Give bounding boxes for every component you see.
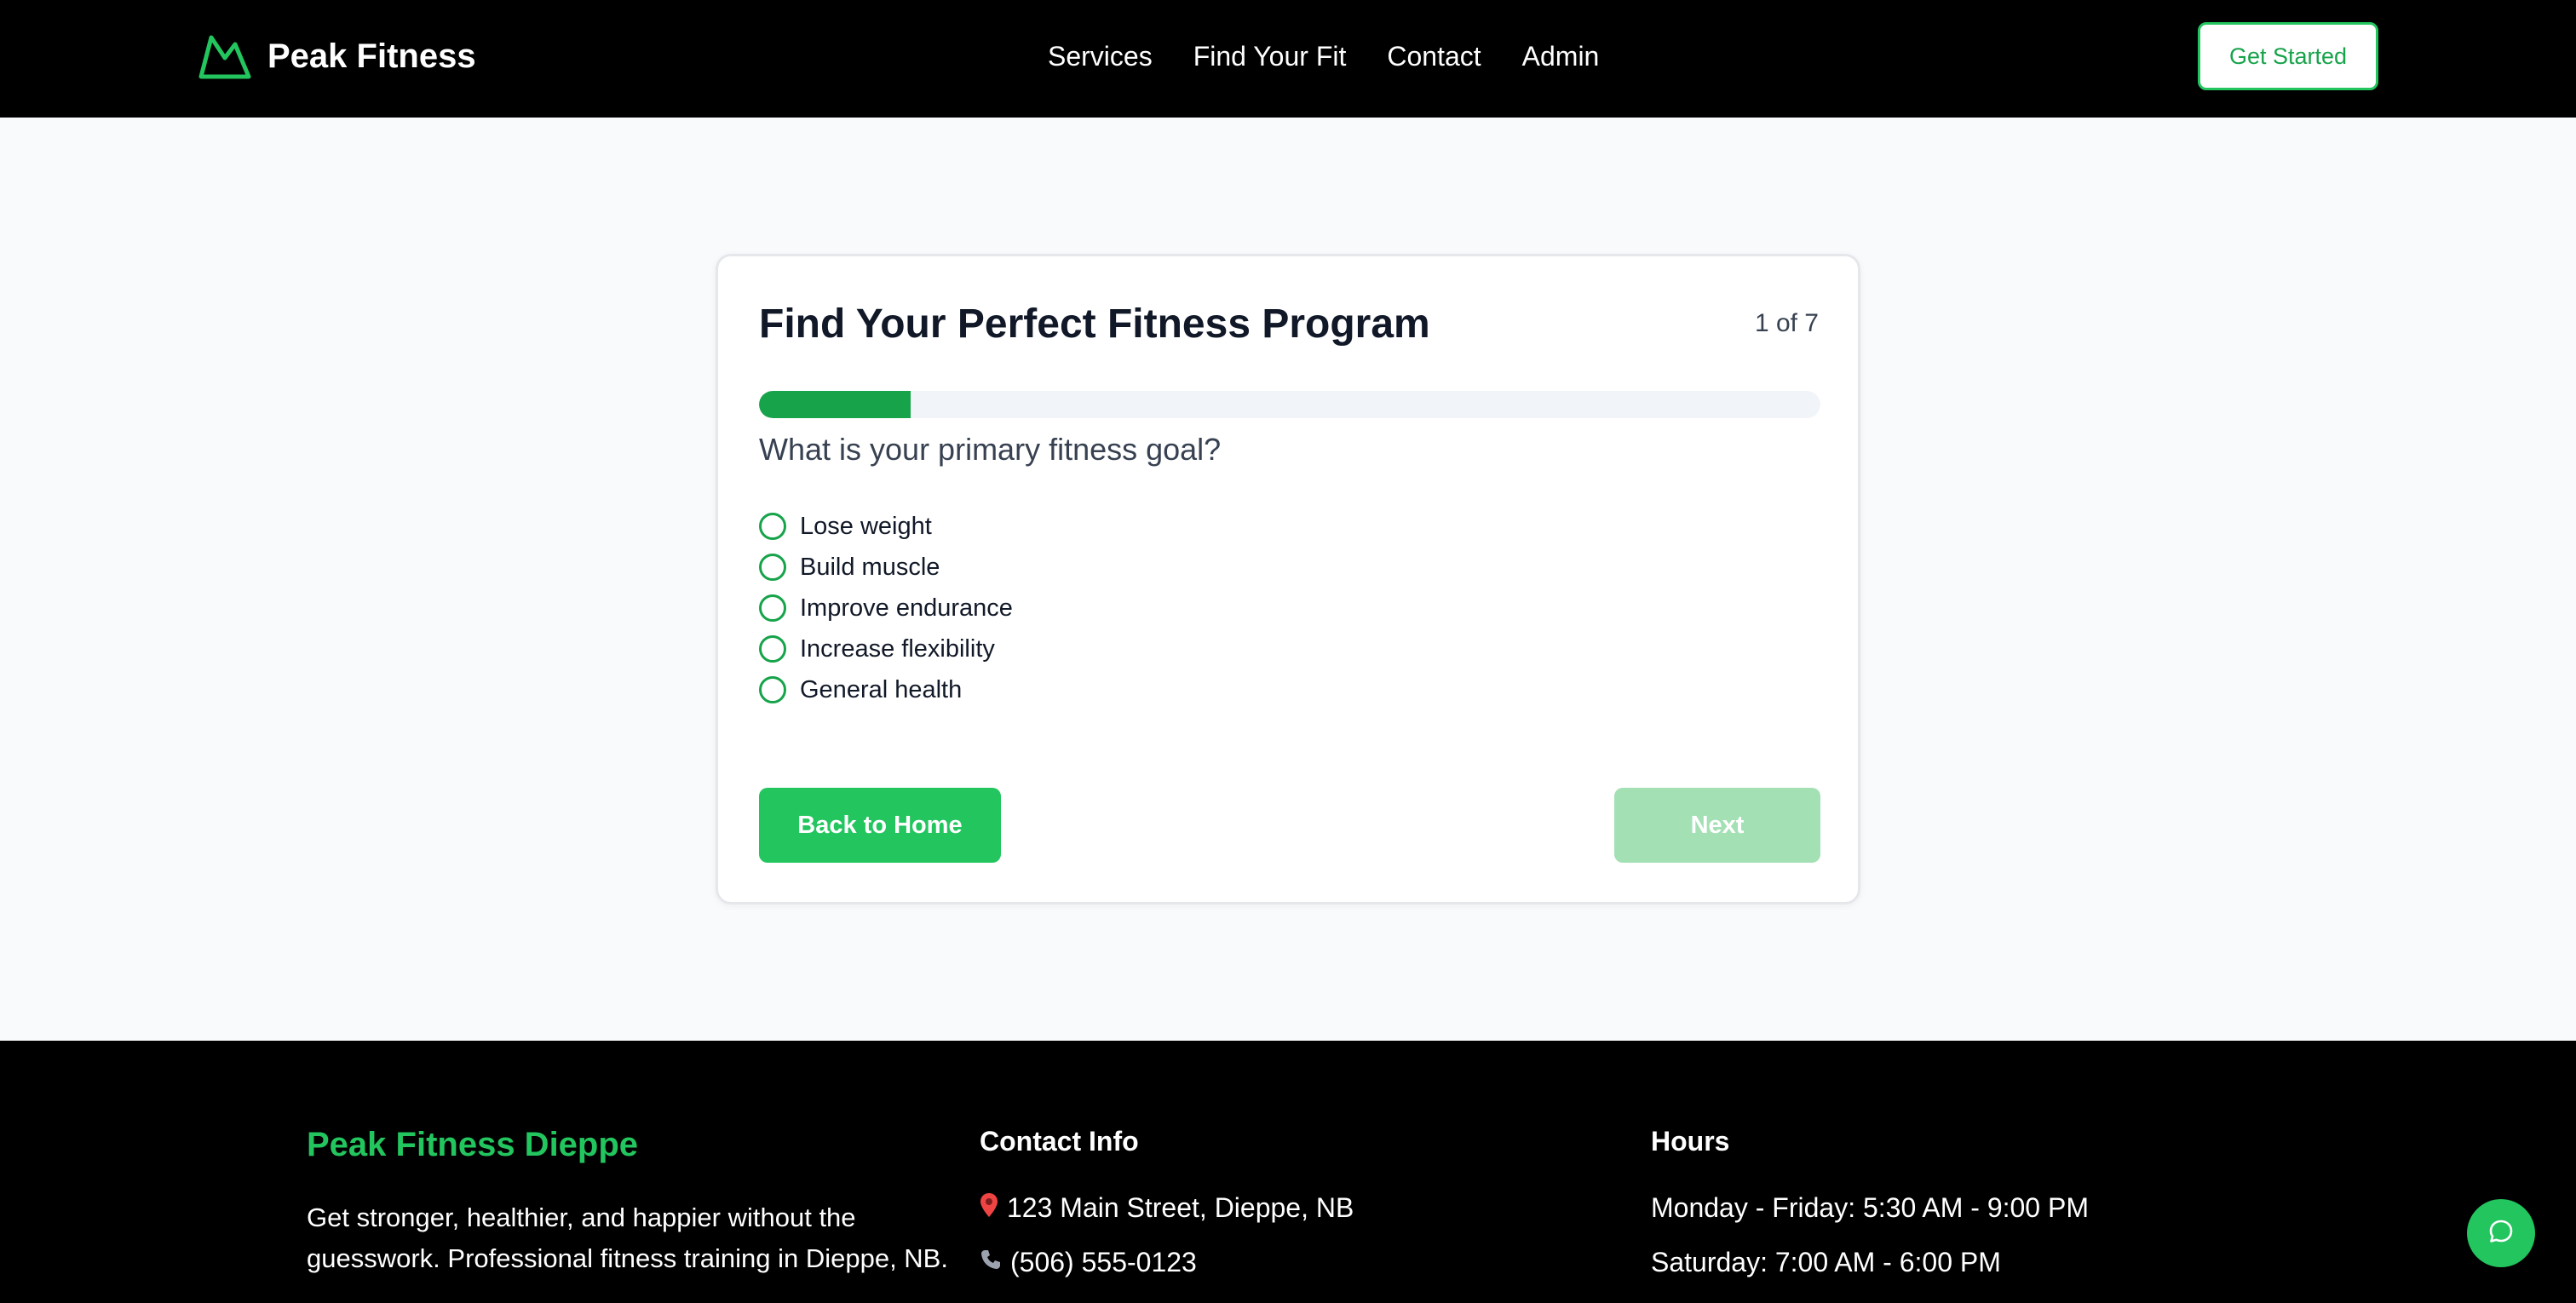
phone-icon [980, 1248, 1002, 1277]
answer-options: Lose weight Build muscle Improve enduran… [759, 512, 1013, 703]
footer-brand: Peak Fitness Dieppe [307, 1126, 639, 1163]
hours-saturday: Saturday: 7:00 AM - 6:00 PM [1651, 1247, 2001, 1277]
quiz-card: Find Your Perfect Fitness Program 1 of 7… [716, 254, 1860, 904]
option-label: Lose weight [800, 512, 932, 540]
top-navbar: Peak Fitness Services Find Your Fit Cont… [0, 0, 2576, 118]
mountain-icon [198, 32, 252, 80]
option-label: Improve endurance [800, 594, 1013, 622]
progress-fill [759, 391, 911, 418]
nav-services[interactable]: Services [1048, 41, 1153, 72]
get-started-button[interactable]: Get Started [2198, 22, 2378, 90]
step-counter: 1 of 7 [1754, 309, 1819, 337]
option-improve-endurance[interactable]: Improve endurance [759, 594, 1013, 622]
option-label: Increase flexibility [800, 634, 995, 663]
next-button[interactable]: Next [1614, 788, 1820, 863]
option-label: Build muscle [800, 553, 940, 581]
radio-button[interactable] [759, 635, 786, 663]
chat-bubble-icon [2487, 1217, 2516, 1250]
pin-icon [980, 1192, 998, 1224]
chat-button[interactable] [2467, 1199, 2535, 1267]
radio-button[interactable] [759, 554, 786, 581]
phone-line: (506) 555-0123 [980, 1247, 1197, 1278]
option-general-health[interactable]: General health [759, 675, 1013, 703]
option-label: General health [800, 675, 963, 703]
radio-button[interactable] [759, 513, 786, 540]
hours-weekday: Monday - Friday: 5:30 AM - 9:00 PM [1651, 1192, 2089, 1223]
brand-logo-link[interactable]: Peak Fitness [198, 31, 476, 82]
progress-bar [759, 391, 1820, 418]
nav-contact[interactable]: Contact [1387, 41, 1481, 72]
brand-name: Peak Fitness [267, 37, 476, 75]
option-increase-flexibility[interactable]: Increase flexibility [759, 634, 1013, 663]
option-build-muscle[interactable]: Build muscle [759, 553, 1013, 581]
phone-text: (506) 555-0123 [1010, 1247, 1197, 1277]
radio-button[interactable] [759, 594, 786, 622]
address-line: 123 Main Street, Dieppe, NB [980, 1192, 1354, 1224]
quiz-title: Find Your Perfect Fitness Program [759, 301, 1430, 347]
footer-description: Get stronger, healthier, and happier wit… [307, 1203, 948, 1273]
address-text: 123 Main Street, Dieppe, NB [1007, 1192, 1354, 1223]
site-footer: Peak Fitness Dieppe Get stronger, health… [0, 1041, 2576, 1303]
option-lose-weight[interactable]: Lose weight [759, 512, 1013, 540]
hours-heading: Hours [1651, 1126, 1730, 1157]
back-to-home-button[interactable]: Back to Home [759, 788, 1001, 863]
nav-find-your-fit[interactable]: Find Your Fit [1193, 41, 1347, 72]
radio-button[interactable] [759, 676, 786, 703]
contact-heading: Contact Info [980, 1126, 1139, 1157]
question-text: What is your primary fitness goal? [759, 432, 1222, 467]
nav-admin[interactable]: Admin [1522, 41, 1600, 72]
main-nav: Services Find Your Fit Contact Admin [1048, 32, 1599, 80]
